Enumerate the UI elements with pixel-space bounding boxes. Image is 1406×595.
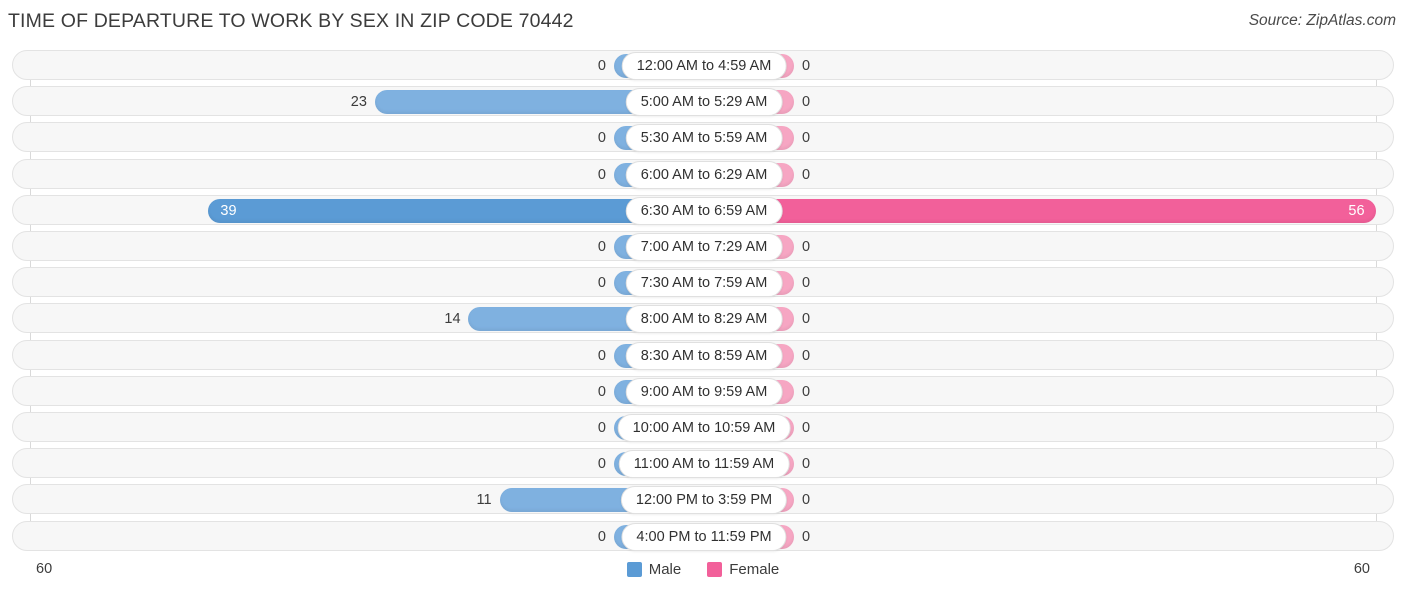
chart-footer: 60 60 Male Female [0,553,1406,595]
table-row[interactable]: 11 0 12:00 PM to 3:59 PM [12,484,1394,515]
category-label: 6:30 AM to 6:59 AM [625,196,783,225]
legend-label: Female [729,561,780,578]
category-label: 10:00 AM to 10:59 AM [617,414,791,442]
bar-value-female: 0 [802,347,811,364]
bar-value-male: 0 [597,58,606,74]
table-row[interactable]: 0 0 5:30 AM to 5:59 AM [12,122,1394,153]
bar-value-male: 39 [220,202,237,219]
category-label: 12:00 PM to 3:59 PM [620,486,788,515]
category-label: 7:00 AM to 7:29 AM [625,233,783,261]
bar-value-female: 0 [802,239,811,255]
source-attribution: Source: ZipAtlas.com [1248,12,1396,29]
bar-value-male: 0 [597,166,606,183]
category-label: 11:00 AM to 11:59 AM [618,450,790,479]
bar-value-male: 0 [597,275,606,292]
bar-value-female: 56 [1348,202,1365,219]
page-title: TIME OF DEPARTURE TO WORK BY SEX IN ZIP … [8,10,574,32]
bar-value-female: 0 [802,456,811,473]
category-label: 7:30 AM to 7:59 AM [625,269,783,298]
bar-value-female: 0 [802,58,811,74]
legend-swatch-icon [707,562,723,577]
table-row[interactable]: 0 0 7:00 AM to 7:29 AM [12,231,1394,261]
category-label: 8:00 AM to 8:29 AM [625,305,783,334]
bar-value-male: 0 [597,456,606,473]
bar-value-male: 23 [350,94,367,111]
bar-value-female: 0 [802,492,811,509]
category-label: 9:00 AM to 9:59 AM [625,377,783,406]
table-row[interactable]: 0 0 4:00 PM to 11:59 PM [12,520,1394,551]
table-row[interactable]: 0 0 11:00 AM to 11:59 AM [12,448,1394,479]
table-row[interactable]: 0 0 9:00 AM to 9:59 AM [12,375,1394,406]
bar-value-male: 0 [597,130,606,147]
category-label: 5:00 AM to 5:29 AM [625,88,783,117]
table-row[interactable]: 0 0 6:00 AM to 6:29 AM [12,158,1394,189]
bar-value-female: 0 [802,130,811,147]
legend-item-female[interactable]: Female [707,561,779,578]
bar-value-female: 0 [802,94,811,111]
bar-value-female: 0 [802,383,811,400]
chart-plot-area: 0 0 12:00 AM to 4:59 AM 23 0 5:00 AM to 5:29 … [0,46,1406,553]
table-row[interactable]: 0 0 7:30 AM to 7:59 AM [12,267,1394,298]
bar-value-male: 11 [476,492,492,509]
legend-swatch-icon [626,562,642,577]
category-label: 12:00 AM to 4:59 AM [621,52,787,80]
bar-value-female: 0 [802,311,811,328]
bar-value-male: 0 [597,383,606,400]
bar-value-male: 0 [597,239,606,255]
category-label: 5:30 AM to 5:59 AM [625,124,783,153]
table-row[interactable]: 39 56 6:30 AM to 6:59 AM [12,194,1394,225]
table-row[interactable]: 14 0 8:00 AM to 8:29 AM [12,303,1394,334]
category-label: 4:00 PM to 11:59 PM [621,522,787,551]
table-row[interactable]: 23 0 5:00 AM to 5:29 AM [12,86,1394,117]
chart-page: TIME OF DEPARTURE TO WORK BY SEX IN ZIP … [0,0,1406,595]
bar-value-male: 0 [597,528,606,545]
category-label: 8:30 AM to 8:59 AM [625,341,783,370]
table-row[interactable]: 0 0 8:30 AM to 8:59 AM [12,339,1394,370]
bar-value-female: 0 [802,166,811,183]
bar-value-male: 0 [597,420,606,436]
legend-label: Male [648,561,682,578]
chart-header: TIME OF DEPARTURE TO WORK BY SEX IN ZIP … [0,0,1406,46]
bar-value-male: 0 [597,347,606,364]
bar-value-male: 14 [444,311,461,328]
bar-value-female: 0 [802,528,811,545]
category-label: 6:00 AM to 6:29 AM [625,160,783,189]
legend-item-male[interactable]: Male [626,561,682,578]
bar-value-female: 0 [802,275,811,292]
table-row[interactable]: 0 0 10:00 AM to 10:59 AM [12,412,1394,442]
bar-value-female: 0 [802,420,811,436]
chart-legend: Male Female [0,561,1406,578]
bar-female[interactable] [704,198,1377,223]
table-row[interactable]: 0 0 12:00 AM to 4:59 AM [12,50,1394,80]
